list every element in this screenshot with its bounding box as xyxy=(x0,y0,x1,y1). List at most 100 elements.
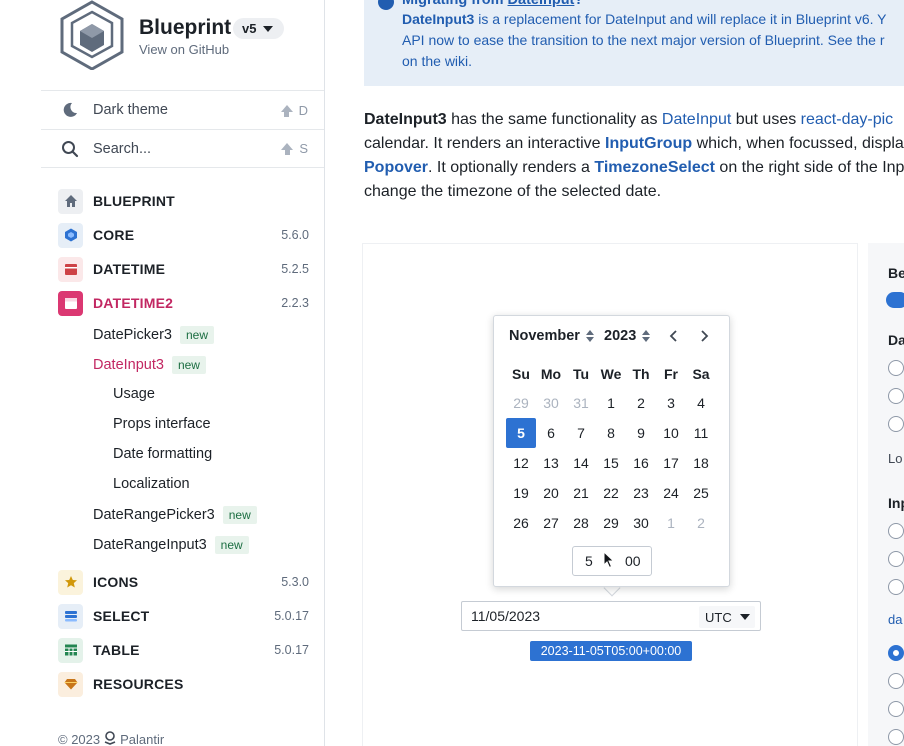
calendar-day[interactable]: 11 xyxy=(686,418,716,448)
calendar-day[interactable]: 31 xyxy=(566,388,596,418)
option-radio[interactable] xyxy=(888,523,904,539)
new-tag: new xyxy=(222,506,257,524)
dateinput-doc-link[interactable]: DateInput xyxy=(662,111,731,128)
date-input-value: 11/05/2023 xyxy=(471,608,541,624)
callout-line-2: API now to ease the transition to the ne… xyxy=(402,32,885,48)
calendar-day[interactable]: 21 xyxy=(566,478,596,508)
option-radio[interactable] xyxy=(888,729,904,745)
nav-label: TABLE xyxy=(93,642,140,658)
nav-select[interactable]: SELECT 5.0.17 xyxy=(58,603,313,629)
weekday-label: Sa xyxy=(692,366,710,382)
calendar-day[interactable]: 19 xyxy=(506,478,536,508)
options-link[interactable]: da xyxy=(888,612,902,627)
calendar-day[interactable]: 26 xyxy=(506,508,536,538)
blueprint-logo-icon[interactable] xyxy=(58,0,126,71)
hour-input[interactable]: 5 xyxy=(585,553,593,569)
react-day-picker-link[interactable]: react-day-pic xyxy=(801,111,893,128)
calendar-day[interactable]: 2 xyxy=(626,388,656,418)
weekday-label: Su xyxy=(512,366,530,382)
nav-datetime[interactable]: DATETIME 5.2.5 xyxy=(58,256,313,282)
calendar-day[interactable]: 14 xyxy=(566,448,596,478)
calendar-day[interactable]: 22 xyxy=(596,478,626,508)
version-label: v5 xyxy=(242,21,257,36)
calendar-day[interactable]: 8 xyxy=(596,418,626,448)
prev-month-button[interactable] xyxy=(666,328,682,344)
calendar-day[interactable]: 3 xyxy=(656,388,686,418)
calendar-week: 19 20 21 22 23 24 25 xyxy=(506,478,716,508)
nav-usage[interactable]: Usage xyxy=(113,386,155,402)
github-link[interactable]: View on GitHub xyxy=(139,42,229,57)
date-input[interactable]: 11/05/2023 UTC xyxy=(461,601,761,631)
calendar-day[interactable]: 13 xyxy=(536,448,566,478)
popover-link[interactable]: Popover xyxy=(364,159,428,176)
company-link[interactable]: Palantir xyxy=(120,732,164,746)
option-radio[interactable] xyxy=(888,579,904,595)
nav-resources[interactable]: RESOURCES xyxy=(58,671,313,697)
calendar-day[interactable]: 28 xyxy=(566,508,596,538)
calendar-day[interactable]: 30 xyxy=(626,508,656,538)
migration-callout: Migrating from DateInput? DateInput3 is … xyxy=(364,0,904,86)
brand-title[interactable]: Blueprint xyxy=(139,16,231,40)
nav-label: ICONS xyxy=(93,574,139,590)
nav-daterangepicker3[interactable]: DateRangePicker3 new xyxy=(93,506,257,524)
nav-daterangeinput3[interactable]: DateRangeInput3 new xyxy=(93,536,249,554)
nav-dateinput3[interactable]: DateInput3 new xyxy=(93,356,206,374)
nav-icons[interactable]: ICONS 5.3.0 xyxy=(58,569,313,595)
calendar-day[interactable]: 4 xyxy=(686,388,716,418)
calendar-day[interactable]: 15 xyxy=(596,448,626,478)
weekday-label: Tu xyxy=(572,366,590,382)
nav-core[interactable]: CORE 5.6.0 xyxy=(58,222,313,248)
option-radio[interactable] xyxy=(888,388,904,404)
calendar-day[interactable]: 27 xyxy=(536,508,566,538)
option-radio[interactable] xyxy=(888,551,904,567)
calendar-day[interactable]: 29 xyxy=(596,508,626,538)
timezoneselect-link[interactable]: TimezoneSelect xyxy=(594,159,715,176)
calendar-day[interactable]: 2 xyxy=(686,508,716,538)
timezone-select[interactable]: UTC xyxy=(699,606,755,628)
nav-props-interface[interactable]: Props interface xyxy=(113,416,211,432)
calendar-day[interactable]: 1 xyxy=(656,508,686,538)
shift-icon xyxy=(280,104,293,117)
nav-localization[interactable]: Localization xyxy=(113,476,190,492)
nav-datepicker3[interactable]: DatePicker3 new xyxy=(93,326,214,344)
nav-date-formatting[interactable]: Date formatting xyxy=(113,446,212,462)
calendar-day[interactable]: 1 xyxy=(596,388,626,418)
calendar-day[interactable]: 6 xyxy=(536,418,566,448)
option-radio-selected[interactable] xyxy=(888,645,904,661)
version-select[interactable]: v5 xyxy=(233,18,284,39)
option-radio[interactable] xyxy=(888,360,904,376)
calendar-day[interactable]: 24 xyxy=(656,478,686,508)
calendar-day[interactable]: 17 xyxy=(656,448,686,478)
calendar-day[interactable]: 30 xyxy=(536,388,566,418)
year-label: 2023 xyxy=(604,328,637,344)
calendar-day[interactable]: 18 xyxy=(686,448,716,478)
dark-theme-toggle[interactable]: Dark theme D xyxy=(41,90,324,129)
description-line-4: change the timezone of the selected date… xyxy=(364,183,662,200)
calendar-day[interactable]: 12 xyxy=(506,448,536,478)
calendar-day[interactable]: 23 xyxy=(626,478,656,508)
calendar-day[interactable]: 25 xyxy=(686,478,716,508)
next-month-button[interactable] xyxy=(696,328,712,344)
option-radio[interactable] xyxy=(888,416,904,432)
option-radio[interactable] xyxy=(888,673,904,689)
cube-icon xyxy=(58,222,83,248)
calendar-day[interactable]: 29 xyxy=(506,388,536,418)
search-button[interactable]: Search... S xyxy=(41,129,324,168)
calendar-day[interactable]: 20 xyxy=(536,478,566,508)
calendar-icon xyxy=(58,290,83,316)
nav-table[interactable]: TABLE 5.0.17 xyxy=(58,637,313,663)
month-select[interactable]: November xyxy=(509,328,595,344)
nav-blueprint[interactable]: BLUEPRINT xyxy=(58,188,313,214)
minute-input[interactable]: 00 xyxy=(625,553,641,569)
calendar-day[interactable]: 7 xyxy=(566,418,596,448)
calendar-day[interactable]: 9 xyxy=(626,418,656,448)
calendar-day[interactable]: 16 xyxy=(626,448,656,478)
option-switch[interactable] xyxy=(886,292,904,308)
inputgroup-link[interactable]: InputGroup xyxy=(605,135,692,152)
dateinput-link[interactable]: DateInput xyxy=(508,0,575,8)
calendar-day-selected[interactable]: 5 xyxy=(506,418,536,448)
option-radio[interactable] xyxy=(888,701,904,717)
nav-datetime2[interactable]: DATETIME2 2.2.3 xyxy=(58,290,313,316)
calendar-day[interactable]: 10 xyxy=(656,418,686,448)
year-select[interactable]: 2023 xyxy=(604,328,651,344)
